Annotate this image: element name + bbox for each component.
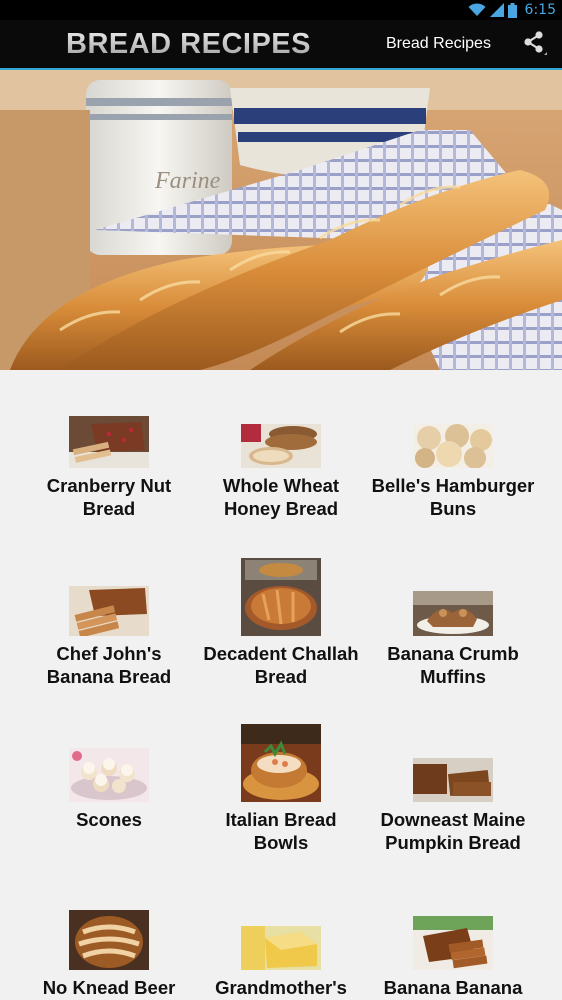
recipe-item[interactable]: Scones [24,748,194,831]
recipe-thumbnail [241,926,321,970]
recipe-title: Scones [76,809,142,830]
recipe-thumbnail [69,910,149,970]
recipe-thumbnail [413,758,493,802]
recipe-thumbnail [241,424,321,468]
recipe-title: Italian Bread Bowls [225,809,337,853]
recipe-item[interactable]: Banana Banana [368,916,538,999]
recipe-thumbnail [69,416,149,468]
battery-icon [507,2,517,18]
share-button[interactable] [518,30,552,60]
recipe-thumbnail [413,591,493,636]
recipe-title: No Knead Beer [42,977,176,998]
signal-icon [489,3,504,17]
recipe-thumbnail [241,558,321,636]
recipe-thumbnail [69,748,149,802]
recipe-grid: Cranberry Nut Bread Whole Wheat Honey Br… [0,370,562,1000]
app-logo: BREAD RECIPES [66,28,311,60]
recipe-title: Banana Crumb Muffins [387,643,519,687]
recipe-item[interactable]: Downeast Maine Pumpkin Bread [368,758,538,854]
recipe-title: Downeast Maine Pumpkin Bread [380,809,526,853]
hero-banner: Farine [0,70,562,370]
recipe-title: Grandmother's [215,977,347,998]
recipe-item[interactable]: Decadent Challah Bread [196,558,366,688]
recipe-title: Belle's Hamburger Buns [371,475,535,519]
recipe-title: Decadent Challah Bread [203,643,359,687]
recipe-thumbnail [413,424,493,468]
recipe-title: Chef John's Banana Bread [46,643,172,687]
page-title: Bread Recipes [386,35,491,52]
recipe-item[interactable]: Chef John's Banana Bread [24,586,194,688]
status-time: 6:15 [524,2,556,18]
recipe-title: Whole Wheat Honey Bread [222,475,340,519]
recipe-item[interactable]: Cranberry Nut Bread [24,416,194,520]
recipe-item[interactable]: Grandmother's [196,926,366,999]
status-bar: 6:15 [0,0,562,20]
wifi-icon [468,3,486,17]
recipe-thumbnail [241,724,321,802]
recipe-item[interactable]: Banana Crumb Muffins [368,591,538,688]
recipe-item[interactable]: Belle's Hamburger Buns [368,424,538,520]
recipe-item[interactable]: Whole Wheat Honey Bread [196,424,366,520]
svg-text:Farine: Farine [154,168,221,194]
recipe-title: Banana Banana [383,977,523,998]
recipe-item[interactable]: No Knead Beer [24,910,194,999]
recipe-item[interactable]: Italian Bread Bowls [196,724,366,854]
recipe-thumbnail [69,586,149,636]
recipe-thumbnail [413,916,493,970]
action-bar: BREAD RECIPES Bread Recipes [0,20,562,70]
share-icon [522,30,548,61]
recipe-title: Cranberry Nut Bread [46,475,172,519]
baguette-photo: Farine [0,70,562,370]
